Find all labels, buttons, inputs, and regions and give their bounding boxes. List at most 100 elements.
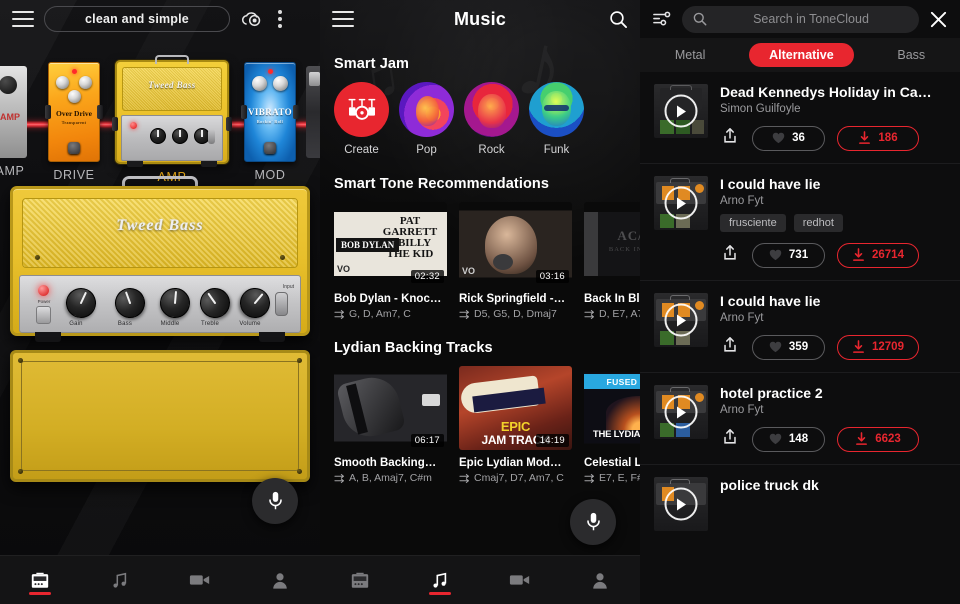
chain-slot-amp[interactable]: Tweed Bass AMP xyxy=(110,44,234,184)
nav-amp[interactable] xyxy=(320,556,400,604)
pedal-knob[interactable] xyxy=(79,76,92,89)
jam-item-funk[interactable]: Funk xyxy=(529,82,584,156)
knob-volume[interactable] xyxy=(233,281,277,325)
download-button[interactable]: 6623 xyxy=(837,426,919,452)
list-item[interactable]: I could have lie Arno Fyt frusciente red… xyxy=(640,164,960,281)
pedal-knob[interactable] xyxy=(56,76,69,89)
amp-head-body[interactable]: Tweed Bass Power Gain Bass Middle Treble xyxy=(10,186,310,342)
play-button[interactable] xyxy=(664,487,698,521)
tab-alternative[interactable]: Alternative xyxy=(749,43,854,67)
power-switch[interactable] xyxy=(36,306,51,324)
nav-profile[interactable] xyxy=(560,556,640,604)
mic-icon[interactable] xyxy=(570,499,616,545)
mic-icon[interactable] xyxy=(252,478,298,524)
tone-card[interactable]: EPIC JAM TRACK 14:19 Epic Lydian Mod… Cm… xyxy=(459,366,572,484)
download-button[interactable]: 26714 xyxy=(837,242,919,268)
speaker-cabinet[interactable] xyxy=(10,350,310,482)
input-jack[interactable] xyxy=(275,292,288,316)
search-input[interactable]: Search in ToneCloud xyxy=(682,5,919,33)
tag[interactable]: redhot xyxy=(793,214,843,232)
tone-title: hotel practice 2 xyxy=(720,385,823,401)
pedal-knob[interactable] xyxy=(67,90,81,103)
nav-active-indicator xyxy=(29,592,51,595)
list-item[interactable]: hotel practice 2 Arno Fyt 148 6623 xyxy=(640,373,960,465)
chain-slot-drive[interactable]: Over Drive Transparent DRIVE xyxy=(38,44,110,182)
pedal-name-label: VIBRATO xyxy=(248,107,292,117)
list-item[interactable]: Dead Kennedys Holiday in Ca… Simon Guilf… xyxy=(640,72,960,164)
share-icon[interactable] xyxy=(720,125,740,151)
card-title: Smooth Backing… xyxy=(334,457,437,469)
share-icon[interactable] xyxy=(720,426,740,452)
list-item[interactable]: police truck dk xyxy=(640,465,960,543)
tone-author: Simon Guilfoyle xyxy=(720,103,801,115)
like-button[interactable]: 36 xyxy=(752,125,825,151)
tone-card[interactable]: AC/DC BACK IN BLACK Back In Black D, E7,… xyxy=(584,202,640,320)
play-button[interactable] xyxy=(664,94,698,128)
knob-gain[interactable] xyxy=(61,283,101,323)
tag[interactable]: frusciente xyxy=(720,214,786,232)
tonecloud-icon[interactable] xyxy=(240,10,262,28)
nav-music[interactable] xyxy=(400,556,480,604)
pedal-footswitch[interactable] xyxy=(264,142,276,154)
jam-item-create[interactable]: Create xyxy=(334,82,389,156)
pedal-knob[interactable] xyxy=(252,76,267,91)
like-button[interactable]: 359 xyxy=(752,334,825,360)
knob-treble[interactable] xyxy=(194,282,236,324)
play-button[interactable] xyxy=(664,395,698,429)
chain-slot-amp-left[interactable]: AMP AMP xyxy=(0,44,38,178)
knob-bass[interactable] xyxy=(110,283,150,323)
tone-card[interactable]: PAT GARRETT &BILLY THE KID BOB DYLAN VO 02:… xyxy=(334,202,447,320)
heart-icon xyxy=(772,132,785,144)
download-button[interactable]: 186 xyxy=(837,125,919,151)
download-icon xyxy=(859,131,871,144)
preset-name-field[interactable]: clean and simple xyxy=(44,6,230,32)
amp-faceplate xyxy=(121,115,223,161)
like-count: 359 xyxy=(788,341,809,353)
tone-card[interactable]: 06:17 Smooth Backing… A, B, Amaj7, C#m xyxy=(334,366,447,484)
nav-music[interactable] xyxy=(80,556,160,604)
like-button[interactable]: 731 xyxy=(752,242,825,268)
chords-icon xyxy=(334,309,345,319)
nav-profile[interactable] xyxy=(240,556,320,604)
pedal-knob[interactable] xyxy=(273,76,288,91)
heart-icon xyxy=(769,249,782,261)
amp-knob[interactable] xyxy=(150,128,166,144)
close-icon[interactable] xyxy=(929,10,948,29)
chain-slot-right[interactable] xyxy=(306,44,320,158)
tab-metal[interactable]: Metal xyxy=(661,43,720,67)
download-button[interactable]: 12709 xyxy=(837,334,919,360)
amp-head-thumb[interactable]: Tweed Bass xyxy=(112,55,232,167)
like-count: 731 xyxy=(788,249,809,261)
sliders-icon[interactable] xyxy=(652,10,672,28)
tone-card[interactable]: VO 03:16 Rick Springfield -… D5, G5, D, … xyxy=(459,202,572,320)
amp-knob[interactable] xyxy=(172,128,188,144)
hamburger-icon[interactable] xyxy=(332,11,354,27)
tone-actions: 359 12709 xyxy=(720,334,946,360)
nav-video[interactable] xyxy=(480,556,560,604)
jam-item-rock[interactable]: Rock xyxy=(464,82,519,156)
pedal-footswitch[interactable] xyxy=(68,142,80,154)
share-icon[interactable] xyxy=(720,242,740,268)
search-icon[interactable] xyxy=(609,10,628,29)
share-icon[interactable] xyxy=(720,334,740,360)
like-button[interactable]: 148 xyxy=(752,426,825,452)
jam-item-pop[interactable]: Pop xyxy=(399,82,454,156)
chords-icon xyxy=(459,309,470,319)
hamburger-icon[interactable] xyxy=(12,11,34,27)
nav-amp[interactable] xyxy=(0,556,80,604)
pedal-vibrato[interactable]: VIBRATO Rockin' Roll xyxy=(241,62,299,162)
pedal-overdrive[interactable]: Over Drive Transparent xyxy=(45,62,103,162)
jam-label: Rock xyxy=(478,144,505,156)
chain-slot-mod[interactable]: VIBRATO Rockin' Roll MOD xyxy=(234,44,306,182)
amp-brand-label: Tweed Bass xyxy=(148,80,196,90)
play-button[interactable] xyxy=(664,303,698,337)
tab-bass[interactable]: Bass xyxy=(883,43,939,67)
play-button[interactable] xyxy=(664,186,698,220)
tone-list[interactable]: Dead Kennedys Holiday in Ca… Simon Guilf… xyxy=(640,72,960,604)
nav-video[interactable] xyxy=(160,556,240,604)
knob-middle[interactable] xyxy=(158,286,192,320)
list-item[interactable]: I could have lie Arno Fyt 359 12709 xyxy=(640,281,960,373)
more-vertical-icon[interactable] xyxy=(272,10,284,28)
amp-input-jack[interactable] xyxy=(208,129,215,144)
tone-card[interactable]: FUSED GUITAR THE LYDIAN MISSION Celestia… xyxy=(584,366,640,484)
